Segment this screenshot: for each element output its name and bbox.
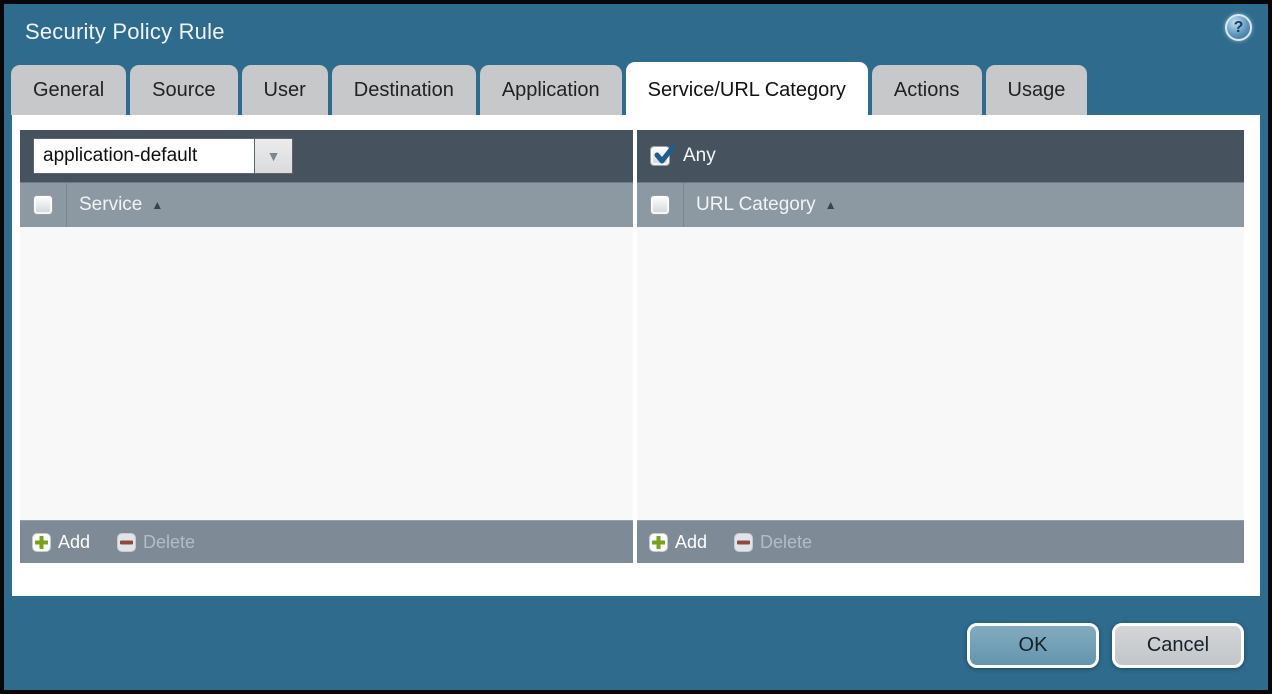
url-category-add-button[interactable]: Add [649, 532, 707, 553]
tab-actions[interactable]: Actions [872, 65, 982, 115]
url-category-table-body [637, 227, 1244, 520]
dialog-button-row: OK Cancel [4, 623, 1268, 668]
service-panel: ▼ Service ▲ Add [20, 130, 633, 563]
sort-asc-icon: ▲ [825, 199, 837, 211]
service-table-body [20, 227, 633, 520]
service-select-all-checkbox[interactable] [33, 195, 53, 215]
security-policy-rule-dialog: Security Policy Rule ? General Source Us… [0, 0, 1272, 694]
url-category-toolbar: Add Delete [637, 520, 1244, 563]
tab-content: ▼ Service ▲ Add [12, 115, 1260, 596]
any-checkbox-label: Any [683, 145, 716, 167]
service-type-input[interactable] [33, 138, 255, 174]
sort-asc-icon: ▲ [151, 199, 163, 211]
help-icon[interactable]: ? [1225, 14, 1252, 41]
url-category-select-all-cell [637, 183, 684, 227]
tab-source[interactable]: Source [130, 65, 237, 115]
tab-destination[interactable]: Destination [332, 65, 476, 115]
url-category-panel: Any URL Category ▲ Add [637, 130, 1244, 563]
tab-service-url-category[interactable]: Service/URL Category [626, 62, 868, 115]
service-select-all-cell [20, 183, 67, 227]
url-category-delete-label: Delete [760, 532, 812, 553]
url-category-add-label: Add [675, 532, 707, 553]
chevron-down-icon: ▼ [267, 149, 281, 163]
url-category-table-header: URL Category ▲ [637, 182, 1244, 227]
delete-icon [117, 533, 136, 552]
dialog-title: Security Policy Rule [25, 19, 225, 44]
add-icon [649, 533, 668, 552]
service-add-label: Add [58, 532, 90, 553]
ok-button[interactable]: OK [967, 623, 1099, 668]
service-type-dropdown: ▼ [33, 138, 293, 174]
service-column-header[interactable]: Service ▲ [79, 194, 163, 216]
checkmark-icon [651, 142, 678, 169]
service-delete-label: Delete [143, 532, 195, 553]
service-toolbar: Add Delete [20, 520, 633, 563]
url-category-delete-button[interactable]: Delete [734, 532, 812, 553]
tab-usage[interactable]: Usage [986, 65, 1088, 115]
tab-bar: General Source User Destination Applicat… [4, 65, 1268, 115]
delete-icon [734, 533, 753, 552]
add-icon [32, 533, 51, 552]
service-column-label: Service [79, 194, 142, 216]
url-category-column-label: URL Category [696, 194, 816, 216]
cancel-button[interactable]: Cancel [1112, 623, 1244, 668]
service-table-header: Service ▲ [20, 182, 633, 227]
service-panel-header: ▼ [20, 130, 633, 182]
service-type-dropdown-button[interactable]: ▼ [255, 138, 293, 174]
tab-user[interactable]: User [242, 65, 328, 115]
any-checkbox[interactable] [650, 146, 670, 166]
tab-general[interactable]: General [11, 65, 126, 115]
tab-application[interactable]: Application [480, 65, 622, 115]
url-category-panel-header: Any [637, 130, 1244, 182]
service-delete-button[interactable]: Delete [117, 532, 195, 553]
url-category-column-header[interactable]: URL Category ▲ [696, 194, 837, 216]
service-add-button[interactable]: Add [32, 532, 90, 553]
titlebar: Security Policy Rule ? [4, 4, 1268, 65]
url-category-select-all-checkbox[interactable] [650, 195, 670, 215]
